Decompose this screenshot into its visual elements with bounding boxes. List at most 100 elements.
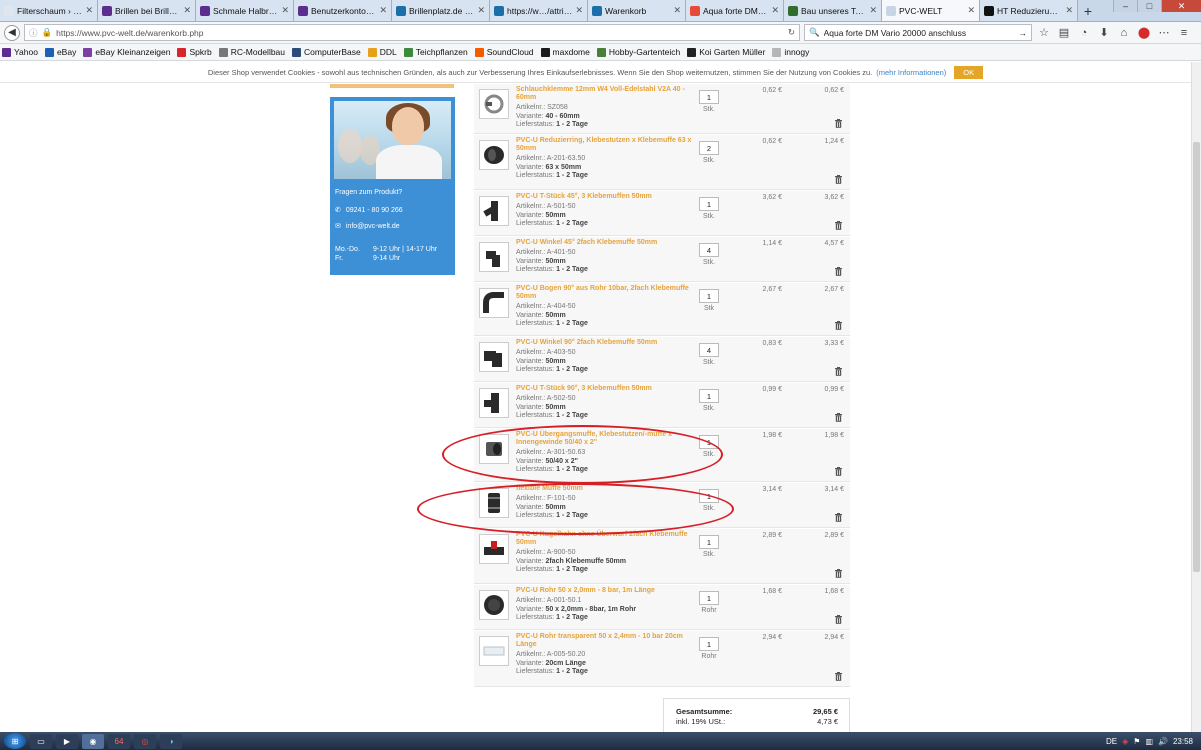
delete-icon[interactable] [834,513,843,522]
product-image[interactable] [479,196,509,226]
bookmark-item[interactable]: ComputerBase [292,47,361,57]
delete-icon[interactable] [834,615,843,624]
app-icon-blue[interactable]: ◑ [160,733,182,749]
bookmark-item[interactable]: eBay [44,47,76,57]
product-name-link[interactable]: PVC-U Reduzierring, Klebestutzen x Klebe… [516,137,694,153]
address-bar[interactable]: ⓘ 🔒 https://www.pvc-welt.de/warenkorb.ph… [24,24,800,41]
tab-close-icon[interactable]: ✕ [575,5,583,16]
reload-icon[interactable]: ↻ [788,27,795,38]
pocket-icon[interactable]: ◔ [1076,25,1092,41]
product-name-link[interactable]: PVC-U Bogen 90° aus Rohr 10bar, 2fach Kl… [516,285,694,301]
cookie-ok-button[interactable]: OK [954,65,984,79]
tab-close-icon[interactable]: ✕ [869,5,877,16]
product-name-link[interactable]: Schlauchklemme 12mm W4 Voll-Edelstahl V2… [516,86,694,102]
scrollbar-thumb[interactable] [1193,142,1200,572]
start-button[interactable]: ⊞ [4,733,26,749]
media-player-icon[interactable]: ▶ [56,733,78,749]
bookmark-item[interactable]: Spkrb [177,47,212,57]
bookmark-item[interactable]: Hobby-Gartenteich [596,47,680,57]
tab-close-icon[interactable]: ✕ [967,5,975,16]
bookmark-item[interactable]: DDL [367,47,397,57]
product-name-link[interactable]: PVC-U T-Stück 90°, 3 Klebemuffen 50mm [516,385,694,393]
network-icon[interactable]: ▥ [1145,737,1153,746]
delete-icon[interactable] [834,175,843,184]
quantity-input[interactable]: 1 [699,637,719,651]
quantity-input[interactable]: 4 [699,243,719,257]
browser-tab[interactable]: Brillen bei Brille2… ✕ [98,0,196,21]
tab-close-icon[interactable]: ✕ [1065,5,1073,16]
bookmark-item[interactable]: maxdome [540,47,590,57]
bookmark-star-icon[interactable]: ☆ [1036,25,1052,41]
language-indicator[interactable]: DE [1106,737,1117,746]
browser-tab[interactable]: https://w…/attribs ✕ [490,0,588,21]
browser-tab[interactable]: Bau unseres Teic…✕ [784,0,882,21]
quantity-input[interactable]: 2 [699,141,719,155]
close-window-icon[interactable]: ✕ [1161,0,1201,12]
tab-close-icon[interactable]: ✕ [673,5,681,16]
bookmark-item[interactable]: Teichpflanzen [403,47,468,57]
firefox-icon[interactable]: ◉ [82,733,104,749]
back-button[interactable]: ◀ [4,24,20,41]
search-bar[interactable]: 🔍 Aqua forte DM Vario 20000 anschluss → [804,24,1032,41]
page-scrollbar[interactable] [1191,62,1201,732]
browser-tab[interactable]: Warenkorb ✕ [588,0,686,21]
product-name-link[interactable]: PVC-U Rohr transparent 50 x 2,4mm - 10 b… [516,633,694,649]
delete-icon[interactable] [834,467,843,476]
bookmark-item[interactable]: innogy [772,47,809,57]
quantity-input[interactable]: 1 [699,535,719,549]
adblock-icon[interactable]: ⬤ [1136,25,1152,41]
go-arrow-icon[interactable]: → [1019,28,1028,38]
product-image[interactable] [479,590,509,620]
product-image[interactable] [479,388,509,418]
product-image[interactable] [479,242,509,272]
tray-icon[interactable]: ◈ [1122,737,1128,746]
delete-icon[interactable] [834,367,843,376]
quantity-input[interactable]: 1 [699,389,719,403]
clock[interactable]: 23:58 [1173,737,1193,746]
home-icon[interactable]: ⌂ [1116,25,1132,41]
quantity-input[interactable]: 4 [699,343,719,357]
product-name-link[interactable]: PVC-U T-Stück 45°, 3 Klebemuffen 50mm [516,193,694,201]
bookmark-item[interactable]: Yahoo [2,47,38,57]
new-tab-button[interactable]: + [1078,0,1098,21]
quantity-input[interactable]: 1 [699,197,719,211]
browser-tab[interactable]: PVC-WELT ✕ [882,0,980,21]
bookmark-item[interactable]: eBay Kleinanzeigen [83,47,170,57]
browser-tab[interactable]: Benutzerkonto a… ✕ [294,0,392,21]
quantity-input[interactable]: 1 [699,591,719,605]
contact-phone[interactable]: ✆ 09241 - 80 90 266 [335,206,403,215]
explorer-icon[interactable]: ▭ [30,733,52,749]
tab-close-icon[interactable]: ✕ [281,5,289,16]
delete-icon[interactable] [834,321,843,330]
bookmark-item[interactable]: SoundCloud [474,47,534,57]
download-icon[interactable]: ⬇ [1096,25,1112,41]
tab-close-icon[interactable]: ✕ [85,5,93,16]
bookmark-item[interactable]: RC-Modellbau [218,47,285,57]
tab-close-icon[interactable]: ✕ [379,5,387,16]
product-name-link[interactable]: PVC-U Rohr 50 x 2,0mm - 8 bar, 1m Länge [516,587,694,595]
browser-tab[interactable]: Brillenplatz.de – … ✕ [392,0,490,21]
product-image[interactable] [479,140,509,170]
delete-icon[interactable] [834,569,843,578]
browser-tab[interactable]: Schmale Halbra… ✕ [196,0,294,21]
delete-icon[interactable] [834,221,843,230]
product-name-link[interactable]: PVC-U Winkel 90° 2fach Klebemuffe 50mm [516,339,694,347]
browser-tab[interactable]: Aqua forte DM V… ✕ [686,0,784,21]
product-image[interactable] [479,342,509,372]
flag-icon[interactable]: ⚑ [1133,737,1140,746]
tab-close-icon[interactable]: ✕ [477,5,485,16]
tab-close-icon[interactable]: ✕ [183,5,191,16]
extension-icon[interactable]: ⋯ [1156,25,1172,41]
bookmark-item[interactable]: Koi Garten Müller [687,47,765,57]
product-image[interactable] [479,288,509,318]
contact-email[interactable]: ✉ info@pvc-welt.de [335,222,400,231]
app-icon-red[interactable]: ◎ [134,733,156,749]
delete-icon[interactable] [834,672,843,681]
bookmark-list-icon[interactable]: ▤ [1056,25,1072,41]
quantity-input[interactable]: 1 [699,289,719,303]
browser-tab[interactable]: Filterschaum › S… ✕ [0,0,98,21]
cookie-info-link[interactable]: (mehr Informationen) [876,68,946,77]
quantity-input[interactable]: 1 [699,90,719,104]
delete-icon[interactable] [834,267,843,276]
minimize-icon[interactable]: – [1113,0,1137,12]
